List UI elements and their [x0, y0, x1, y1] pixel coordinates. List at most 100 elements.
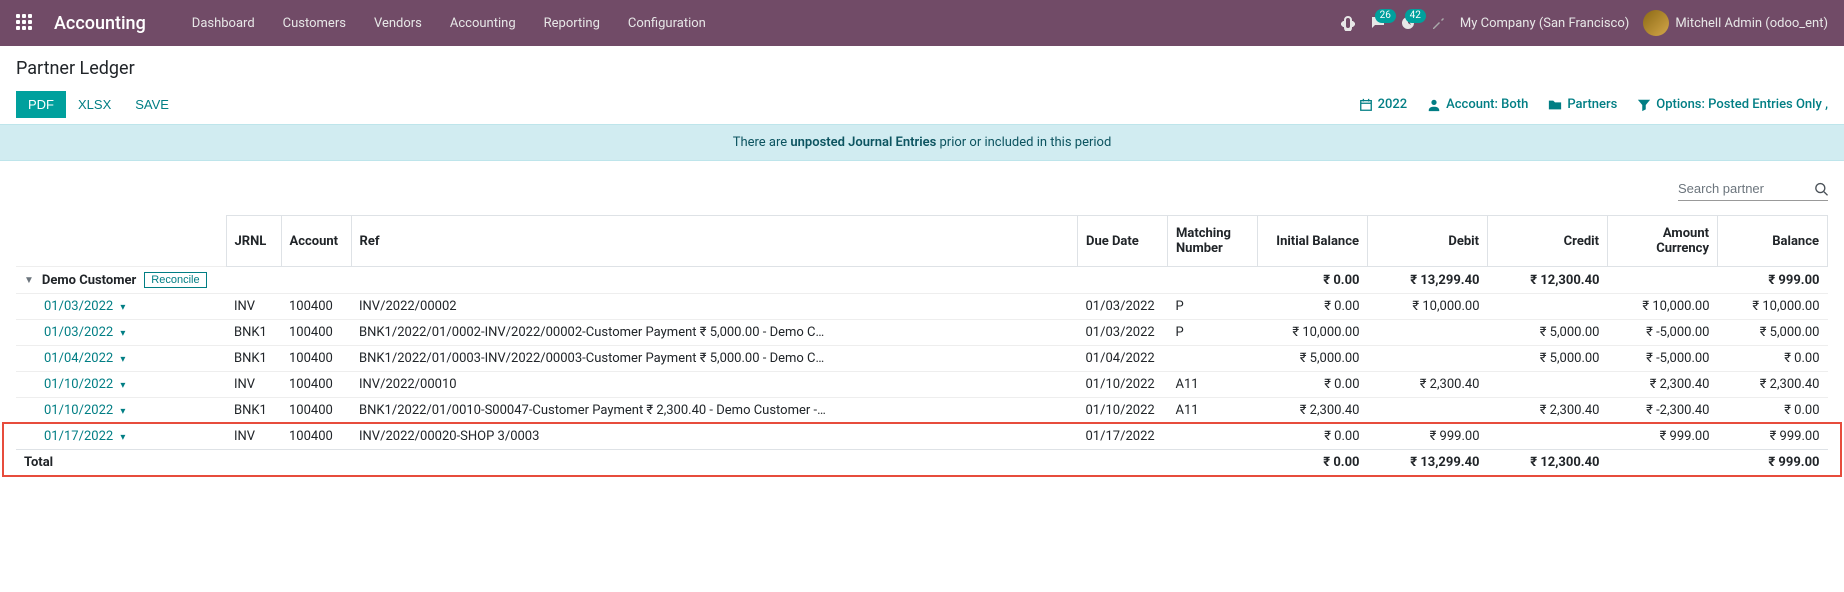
total-row: Total ₹ 0.00 ₹ 13,299.40 ₹ 12,300.40 ₹ 9…	[16, 450, 1828, 476]
row-date[interactable]: 01/03/2022 ▾	[16, 294, 226, 320]
total-debit: ₹ 13,299.40	[1368, 450, 1488, 476]
filter-options[interactable]: Options: Posted Entries Only ,	[1637, 97, 1828, 112]
th-initial: Initial Balance	[1258, 216, 1368, 267]
messages-icon[interactable]: 26	[1370, 15, 1386, 31]
navbar-left: Accounting Dashboard Customers Vendors A…	[16, 0, 720, 46]
row-amt-cur: ₹ 2,300.40	[1608, 372, 1718, 398]
row-jrnl: BNK1	[226, 320, 281, 346]
brand-title[interactable]: Accounting	[54, 13, 146, 34]
row-due: 01/04/2022	[1078, 346, 1168, 372]
row-date[interactable]: 01/03/2022 ▾	[16, 320, 226, 346]
caret-down-icon[interactable]: ▾	[120, 406, 125, 417]
calendar-icon	[1359, 98, 1373, 112]
navbar: Accounting Dashboard Customers Vendors A…	[0, 0, 1844, 46]
filter-account[interactable]: Account: Both	[1427, 97, 1528, 112]
filter-account-label: Account: Both	[1446, 97, 1528, 112]
row-ref: INV/2022/00020-SHOP 3/0003	[351, 424, 1078, 450]
th-name	[16, 216, 226, 267]
activities-icon[interactable]: 42	[1400, 15, 1416, 31]
nav-reporting[interactable]: Reporting	[530, 0, 614, 46]
row-amt-cur: ₹ 10,000.00	[1608, 294, 1718, 320]
row-credit: ₹ 5,000.00	[1488, 346, 1608, 372]
filter-options-label: Options: Posted Entries Only ,	[1656, 97, 1828, 112]
caret-down-icon[interactable]: ▾	[120, 302, 125, 313]
row-account: 100400	[281, 398, 351, 424]
user-menu[interactable]: Mitchell Admin (odoo_ent)	[1643, 10, 1828, 36]
debug-icon[interactable]	[1340, 15, 1356, 31]
nav-accounting[interactable]: Accounting	[436, 0, 530, 46]
navbar-right: 26 42 My Company (San Francisco) Mitchel…	[1340, 10, 1828, 36]
page-title: Partner Ledger	[16, 58, 1828, 79]
row-match: P	[1168, 294, 1258, 320]
row-amt-cur: ₹ -5,000.00	[1608, 346, 1718, 372]
search-row	[0, 161, 1844, 209]
filter-partners-label: Partners	[1567, 97, 1617, 112]
th-credit: Credit	[1488, 216, 1608, 267]
row-credit	[1488, 372, 1608, 398]
table-row: 01/04/2022 ▾ BNK1 100400 BNK1/2022/01/00…	[16, 346, 1828, 372]
row-initial: ₹ 0.00	[1258, 372, 1368, 398]
nav-vendors[interactable]: Vendors	[360, 0, 436, 46]
company-selector[interactable]: My Company (San Francisco)	[1460, 16, 1629, 31]
row-jrnl: INV	[226, 424, 281, 450]
collapse-icon[interactable]: ▼	[24, 275, 34, 286]
user-name: Mitchell Admin (odoo_ent)	[1675, 16, 1828, 31]
table-row: 01/10/2022 ▾ INV 100400 INV/2022/00010 0…	[16, 372, 1828, 398]
total-balance: ₹ 999.00	[1718, 450, 1828, 476]
xlsx-button[interactable]: XLSX	[66, 91, 123, 118]
filter-date[interactable]: 2022	[1359, 97, 1408, 112]
table-row: 01/03/2022 ▾ BNK1 100400 BNK1/2022/01/00…	[16, 320, 1828, 346]
row-balance: ₹ 0.00	[1718, 398, 1828, 424]
partner-name-cell: ▼ Demo Customer Reconcile	[16, 267, 226, 294]
row-debit: ₹ 2,300.40	[1368, 372, 1488, 398]
row-due: 01/10/2022	[1078, 398, 1168, 424]
row-balance: ₹ 5,000.00	[1718, 320, 1828, 346]
partner-name[interactable]: Demo Customer	[42, 273, 136, 288]
partner-initial: ₹ 0.00	[1258, 267, 1368, 294]
apps-icon[interactable]	[16, 14, 34, 32]
row-initial: ₹ 2,300.40	[1258, 398, 1368, 424]
row-debit: ₹ 10,000.00	[1368, 294, 1488, 320]
th-balance: Balance	[1718, 216, 1828, 267]
reconcile-button[interactable]: Reconcile	[144, 272, 206, 288]
caret-down-icon[interactable]: ▾	[120, 380, 125, 391]
row-credit: ₹ 2,300.40	[1488, 398, 1608, 424]
row-debit: ₹ 999.00	[1368, 424, 1488, 450]
partner-row: ▼ Demo Customer Reconcile ₹ 0.00 ₹ 13,29…	[16, 267, 1828, 294]
row-date[interactable]: 01/10/2022 ▾	[16, 398, 226, 424]
nav-customers[interactable]: Customers	[269, 0, 360, 46]
row-debit	[1368, 346, 1488, 372]
th-ref: Ref	[351, 216, 1078, 267]
caret-down-icon[interactable]: ▾	[120, 354, 125, 365]
row-ref: INV/2022/00002	[351, 294, 1078, 320]
tools-icon[interactable]	[1430, 15, 1446, 31]
pdf-button[interactable]: PDF	[16, 91, 66, 118]
row-date[interactable]: 01/17/2022 ▾	[16, 424, 226, 450]
alert-unposted-entries[interactable]: There are unposted Journal Entries prior…	[0, 124, 1844, 161]
row-credit	[1488, 424, 1608, 450]
alert-text-strong: unposted Journal Entries	[790, 135, 936, 150]
table-row: 01/03/2022 ▾ INV 100400 INV/2022/00002 0…	[16, 294, 1828, 320]
caret-down-icon[interactable]: ▾	[120, 328, 125, 339]
alert-text-post: prior or included in this period	[936, 135, 1111, 150]
nav-dashboard[interactable]: Dashboard	[178, 0, 269, 46]
th-jrnl: JRNL	[226, 216, 281, 267]
search-input[interactable]	[1678, 177, 1814, 200]
save-button[interactable]: SAVE	[123, 91, 181, 118]
row-date[interactable]: 01/10/2022 ▾	[16, 372, 226, 398]
row-account: 100400	[281, 320, 351, 346]
row-match	[1168, 346, 1258, 372]
nav-configuration[interactable]: Configuration	[614, 0, 720, 46]
search-icon[interactable]	[1814, 181, 1828, 197]
filter-partners[interactable]: Partners	[1548, 97, 1617, 112]
row-date[interactable]: 01/04/2022 ▾	[16, 346, 226, 372]
row-debit	[1368, 320, 1488, 346]
row-ref: INV/2022/00010	[351, 372, 1078, 398]
row-ref: BNK1/2022/01/0003-INV/2022/00003-Custome…	[351, 346, 1078, 372]
table-row: 01/17/2022 ▾ INV 100400 INV/2022/00020-S…	[16, 424, 1828, 450]
row-match: A11	[1168, 398, 1258, 424]
row-due: 01/03/2022	[1078, 320, 1168, 346]
th-matching: Matching Number	[1168, 216, 1258, 267]
caret-down-icon[interactable]: ▾	[120, 432, 125, 443]
row-balance: ₹ 2,300.40	[1718, 372, 1828, 398]
